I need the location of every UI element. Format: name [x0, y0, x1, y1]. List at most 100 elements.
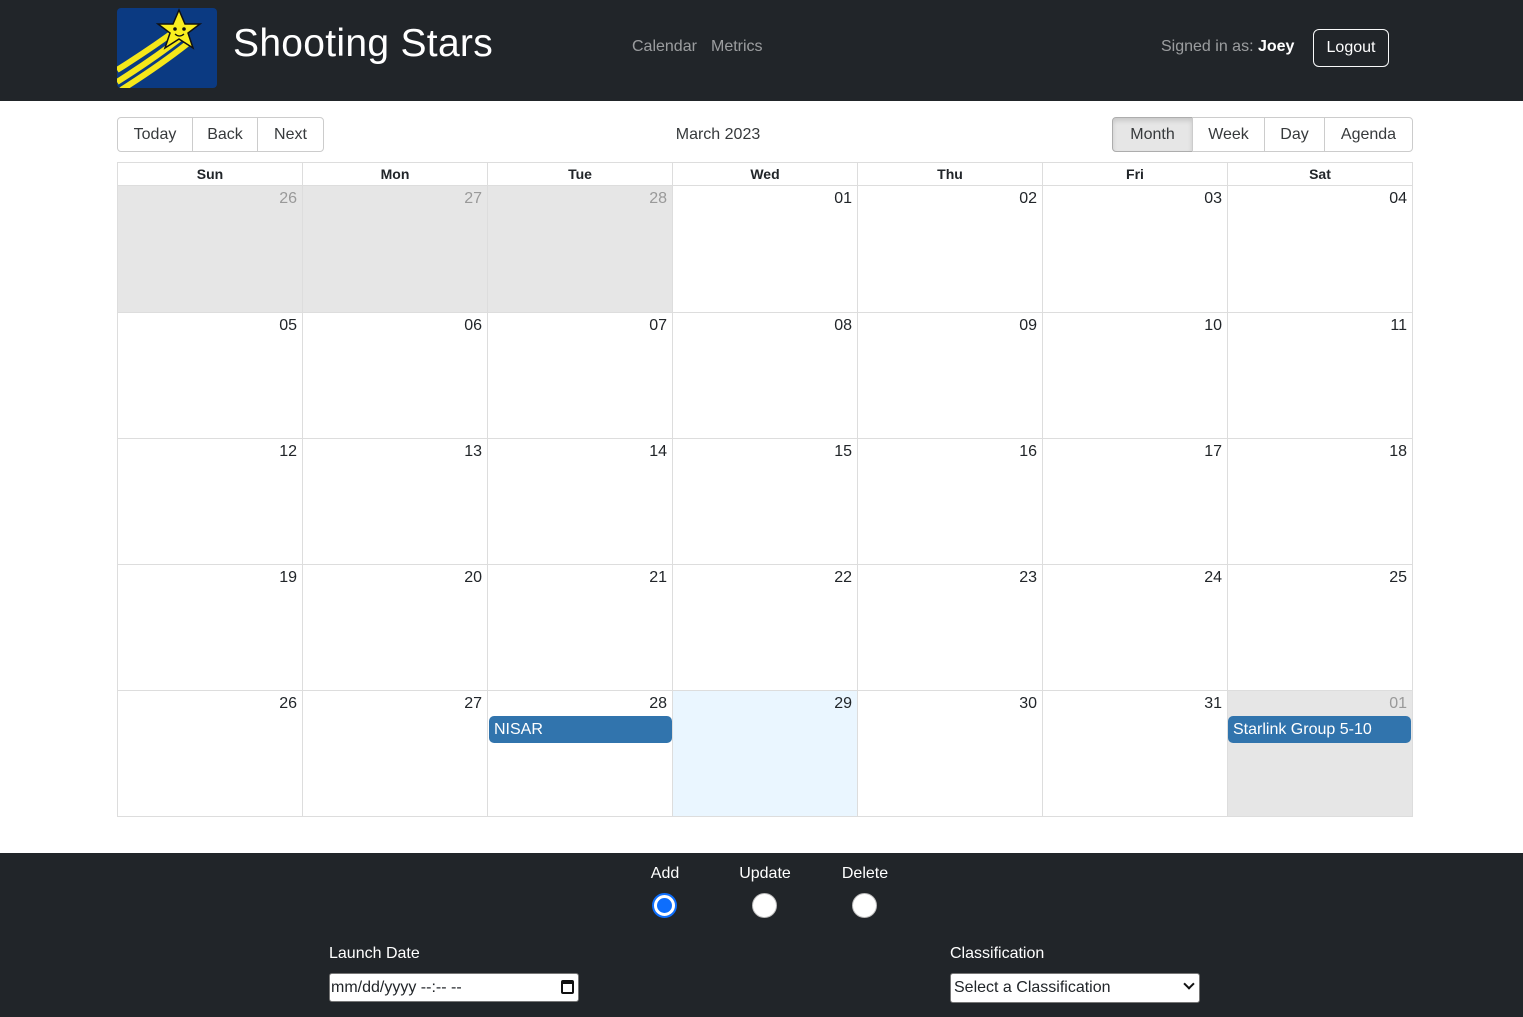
- day-cell[interactable]: 19: [118, 565, 302, 690]
- date-number[interactable]: 18: [1389, 443, 1407, 461]
- day-cell[interactable]: 26: [118, 691, 302, 816]
- view-agenda-button[interactable]: Agenda: [1324, 117, 1413, 152]
- day-cell[interactable]: 10: [1042, 313, 1227, 438]
- today-button[interactable]: Today: [117, 117, 193, 152]
- date-number[interactable]: 16: [1019, 443, 1037, 461]
- date-number[interactable]: 17: [1204, 443, 1222, 461]
- week-row: 19 20 21 22 23 24 25: [118, 564, 1412, 690]
- top-navbar: Shooting Stars Calendar Metrics Signed i…: [0, 0, 1523, 101]
- date-number[interactable]: 01: [1389, 695, 1407, 713]
- day-cell[interactable]: 27: [302, 186, 487, 312]
- day-cell[interactable]: 28: [487, 691, 672, 816]
- date-number[interactable]: 12: [279, 443, 297, 461]
- weekday-header: Fri: [1042, 163, 1227, 186]
- delete-radio[interactable]: [852, 893, 877, 918]
- date-number[interactable]: 27: [464, 695, 482, 713]
- app-title[interactable]: Shooting Stars: [233, 22, 493, 66]
- day-cell[interactable]: 17: [1042, 439, 1227, 564]
- date-number[interactable]: 19: [279, 569, 297, 587]
- day-cell[interactable]: 28: [487, 186, 672, 312]
- day-cell[interactable]: 08: [672, 313, 857, 438]
- update-radio[interactable]: [752, 893, 777, 918]
- day-cell[interactable]: 12: [118, 439, 302, 564]
- date-number[interactable]: 15: [834, 443, 852, 461]
- shooting-star-logo-icon[interactable]: [117, 8, 217, 88]
- nav-link-metrics[interactable]: Metrics: [711, 38, 763, 56]
- date-number[interactable]: 25: [1389, 569, 1407, 587]
- classification-label: Classification: [950, 945, 1045, 962]
- day-cell[interactable]: 18: [1227, 439, 1412, 564]
- day-cell[interactable]: 27: [302, 691, 487, 816]
- day-cell[interactable]: 25: [1227, 565, 1412, 690]
- view-day-button[interactable]: Day: [1264, 117, 1325, 152]
- view-week-button[interactable]: Week: [1192, 117, 1265, 152]
- day-cell[interactable]: 07: [487, 313, 672, 438]
- day-cell[interactable]: 03: [1042, 186, 1227, 312]
- view-month-button[interactable]: Month: [1112, 117, 1193, 152]
- calendar-icon[interactable]: [561, 980, 574, 994]
- week-row: 26 27 28 29 30 31 01 NISAR Starlink Grou…: [118, 690, 1412, 816]
- date-number[interactable]: 05: [279, 317, 297, 335]
- date-number[interactable]: 30: [1019, 695, 1037, 713]
- month-view: Sun Mon Tue Wed Thu Fri Sat 26 27 28 01 …: [117, 162, 1413, 817]
- date-number[interactable]: 04: [1389, 190, 1407, 208]
- classification-select[interactable]: Select a Classification: [950, 973, 1200, 1003]
- day-cell[interactable]: 02: [857, 186, 1042, 312]
- day-cell[interactable]: 15: [672, 439, 857, 564]
- date-number[interactable]: 09: [1019, 317, 1037, 335]
- day-cell[interactable]: 16: [857, 439, 1042, 564]
- day-cell[interactable]: 04: [1227, 186, 1412, 312]
- date-number[interactable]: 13: [464, 443, 482, 461]
- date-number[interactable]: 26: [279, 695, 297, 713]
- add-radio[interactable]: [652, 893, 677, 918]
- date-number[interactable]: 03: [1204, 190, 1222, 208]
- next-button[interactable]: Next: [257, 117, 324, 152]
- event-nisar[interactable]: NISAR: [489, 716, 672, 743]
- day-cell[interactable]: 09: [857, 313, 1042, 438]
- date-number[interactable]: 01: [834, 190, 852, 208]
- day-cell[interactable]: 24: [1042, 565, 1227, 690]
- weekday-header: Sun: [118, 163, 302, 186]
- date-number[interactable]: 24: [1204, 569, 1222, 587]
- date-number[interactable]: 22: [834, 569, 852, 587]
- date-number[interactable]: 02: [1019, 190, 1037, 208]
- day-cell[interactable]: 30: [857, 691, 1042, 816]
- day-cell-today[interactable]: 29: [672, 691, 857, 816]
- back-button[interactable]: Back: [192, 117, 258, 152]
- nav-link-calendar[interactable]: Calendar: [632, 38, 697, 56]
- day-cell[interactable]: 31: [1042, 691, 1227, 816]
- date-number[interactable]: 07: [649, 317, 667, 335]
- date-number[interactable]: 21: [649, 569, 667, 587]
- add-radio-label: Add: [650, 865, 680, 882]
- update-radio-label: Update: [739, 865, 791, 882]
- day-cell[interactable]: 01: [1227, 691, 1412, 816]
- date-number[interactable]: 06: [464, 317, 482, 335]
- date-number[interactable]: 28: [649, 695, 667, 713]
- day-cell[interactable]: 23: [857, 565, 1042, 690]
- day-cell[interactable]: 06: [302, 313, 487, 438]
- logout-button[interactable]: Logout: [1313, 29, 1389, 67]
- date-number[interactable]: 11: [1390, 317, 1407, 335]
- date-number[interactable]: 31: [1204, 695, 1222, 713]
- launch-form-panel: Add Update Delete Launch Date mm/dd/yyyy…: [0, 853, 1523, 1017]
- date-number[interactable]: 29: [834, 695, 852, 713]
- date-number[interactable]: 27: [464, 190, 482, 208]
- day-cell[interactable]: 26: [118, 186, 302, 312]
- date-number[interactable]: 14: [649, 443, 667, 461]
- date-number[interactable]: 08: [834, 317, 852, 335]
- date-number[interactable]: 28: [649, 190, 667, 208]
- day-cell[interactable]: 05: [118, 313, 302, 438]
- date-number[interactable]: 10: [1204, 317, 1222, 335]
- day-cell[interactable]: 14: [487, 439, 672, 564]
- day-cell[interactable]: 20: [302, 565, 487, 690]
- event-starlink-group-5-10[interactable]: Starlink Group 5-10: [1228, 716, 1411, 743]
- date-number[interactable]: 23: [1019, 569, 1037, 587]
- date-number[interactable]: 26: [279, 190, 297, 208]
- launch-date-input[interactable]: mm/dd/yyyy --:-- --: [329, 973, 579, 1002]
- day-cell[interactable]: 01: [672, 186, 857, 312]
- day-cell[interactable]: 11: [1227, 313, 1412, 438]
- date-number[interactable]: 20: [464, 569, 482, 587]
- day-cell[interactable]: 21: [487, 565, 672, 690]
- day-cell[interactable]: 13: [302, 439, 487, 564]
- day-cell[interactable]: 22: [672, 565, 857, 690]
